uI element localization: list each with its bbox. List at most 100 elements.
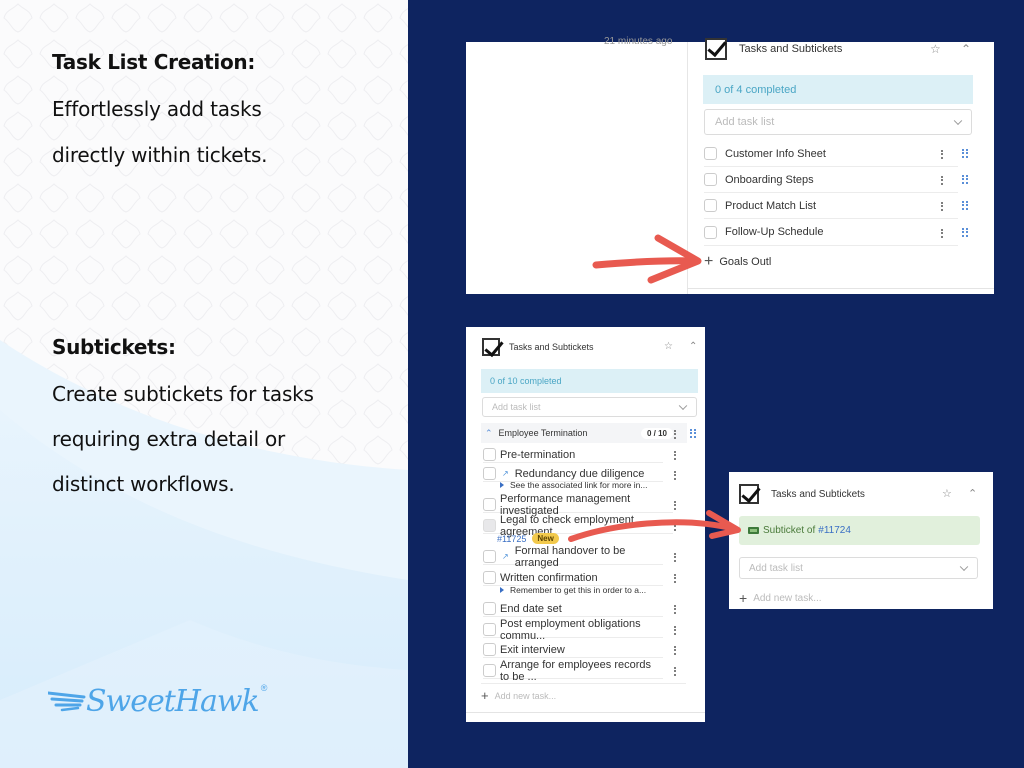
task-label: Arrange for employees records to be ... [500,658,652,683]
task-checkbox[interactable] [704,199,717,212]
select-placeholder: Add task list [749,562,803,574]
add-task-list-select[interactable]: Add task list [704,109,972,135]
panel-header: Tasks and Subtickets [705,38,842,60]
logo-text: SweetHawk [86,684,260,719]
more-options-icon[interactable] [672,644,678,656]
subticket-prefix: Subticket of [763,525,816,536]
task-checkbox[interactable] [483,623,496,636]
collapse-icon[interactable]: ⌃ [961,42,971,56]
more-options-icon[interactable] [672,603,678,615]
completion-status: 0 of 10 completed [481,369,698,393]
group-name: Employee Termination [498,428,588,438]
drag-handle-icon[interactable] [962,201,968,210]
task-checkbox[interactable] [483,571,496,584]
external-link-icon[interactable]: ↗ [502,552,509,561]
sweethawk-logo: SweetHawk ® [48,682,268,719]
task-row[interactable]: Arrange for employees records to be ... [483,659,663,683]
more-options-icon[interactable] [939,227,945,239]
chevron-up-icon[interactable]: ⌃ [485,428,493,439]
more-options-icon[interactable] [672,551,678,563]
more-options-icon[interactable] [672,499,678,511]
task-row[interactable]: Legal to check employment agreement [483,514,673,538]
feature-description-panel: Task List Creation: Effortlessly add tas… [0,0,408,768]
task-row[interactable]: ↗ Formal handover to be arranged [483,545,663,569]
collapse-icon[interactable]: ⌃ [968,487,977,500]
drag-handle-icon[interactable] [962,149,968,158]
task-row[interactable]: Written confirmation [483,570,663,586]
add-task-value: Goals Outl [719,256,772,268]
panel-header: Tasks and Subtickets [482,338,594,356]
task-checkbox[interactable] [483,664,496,677]
group-count: 0 / 10 [640,427,673,439]
add-new-task-input[interactable]: + Add new task... [481,689,556,702]
task-group-employee-termination[interactable]: ⌃ Employee Termination 0 / 10 [481,423,687,443]
chevron-down-icon [678,401,688,411]
more-options-icon[interactable] [672,469,678,481]
more-options-icon[interactable] [939,200,945,212]
parent-ticket-link[interactable]: #11724 [818,525,851,536]
task-checkbox[interactable] [483,643,496,656]
more-options-icon[interactable] [672,520,678,532]
task-checkbox[interactable] [483,550,496,563]
task-row[interactable]: End date set [483,601,663,617]
task-row[interactable]: Onboarding Steps [704,167,958,193]
task-row[interactable]: Post employment obligations commu... [483,618,663,642]
drag-handle-icon[interactable] [962,175,968,184]
pin-icon[interactable]: ☆ [930,42,941,56]
task-checkbox[interactable] [483,602,496,615]
task-checkbox[interactable] [483,498,496,511]
task-row[interactable]: Performance management investigated [483,493,673,517]
task-note[interactable]: See the associated link for more in... [500,480,648,490]
task-checkbox[interactable] [483,448,496,461]
drag-handle-icon[interactable] [962,228,968,237]
external-link-icon[interactable]: ↗ [502,469,509,478]
drag-handle-icon[interactable] [690,429,696,438]
more-options-icon[interactable] [672,665,678,677]
divider [481,683,686,684]
task-label: End date set [500,602,562,615]
more-options-icon[interactable] [672,428,678,440]
chevron-down-icon [959,562,969,572]
subtickets-desc-line: distinct workflows. [52,472,235,496]
collapse-icon[interactable]: ⌃ [689,341,697,352]
more-options-icon[interactable] [672,572,678,584]
more-options-icon[interactable] [672,449,678,461]
task-label: Customer Info Sheet [725,147,826,160]
task-checkbox[interactable] [704,147,717,160]
task-checkbox[interactable] [704,225,717,239]
more-options-icon[interactable] [672,624,678,636]
divider [687,288,994,289]
task-checkbox[interactable] [483,467,496,480]
select-placeholder: Add task list [715,116,775,128]
add-task-input[interactable]: + Goals Outl [704,254,771,270]
task-row[interactable]: Exit interview [483,642,663,658]
task-label: Written confirmation [500,571,598,584]
task-checkbox[interactable] [704,173,717,186]
more-options-icon[interactable] [939,174,945,186]
subticket-link[interactable]: #11725 [497,534,526,544]
task-row[interactable]: Follow-Up Schedule [704,219,958,246]
task-label: Pre-termination [500,448,576,461]
task-row[interactable]: Customer Info Sheet [704,141,958,167]
plus-icon: + [704,253,714,270]
panel-header: Tasks and Subtickets [739,484,865,504]
task-note[interactable]: Remember to get this in order to a... [500,585,646,595]
more-options-icon[interactable] [939,148,945,160]
pin-icon[interactable]: ☆ [664,341,673,352]
pin-icon[interactable]: ☆ [942,487,952,500]
panel-title: Tasks and Subtickets [509,342,594,352]
tasks-app-icon [739,484,759,504]
registered-mark: ® [260,682,268,693]
task-row[interactable]: Product Match List [704,193,958,219]
add-task-list-select[interactable]: Add task list [482,397,697,417]
add-task-list-select[interactable]: Add task list [739,557,978,579]
add-new-task-input[interactable]: + Add new task... [739,591,822,605]
subtickets-desc-line: requiring extra detail or [52,427,286,451]
tasks-app-icon [705,38,727,60]
expand-triangle-icon [500,482,504,488]
task-label: Product Match List [725,199,817,212]
task-note-text: See the associated link for more in... [510,480,648,490]
task-row[interactable]: Pre-termination [483,447,663,463]
task-label: Follow-Up Schedule [725,226,824,238]
ticket-icon [748,527,759,534]
